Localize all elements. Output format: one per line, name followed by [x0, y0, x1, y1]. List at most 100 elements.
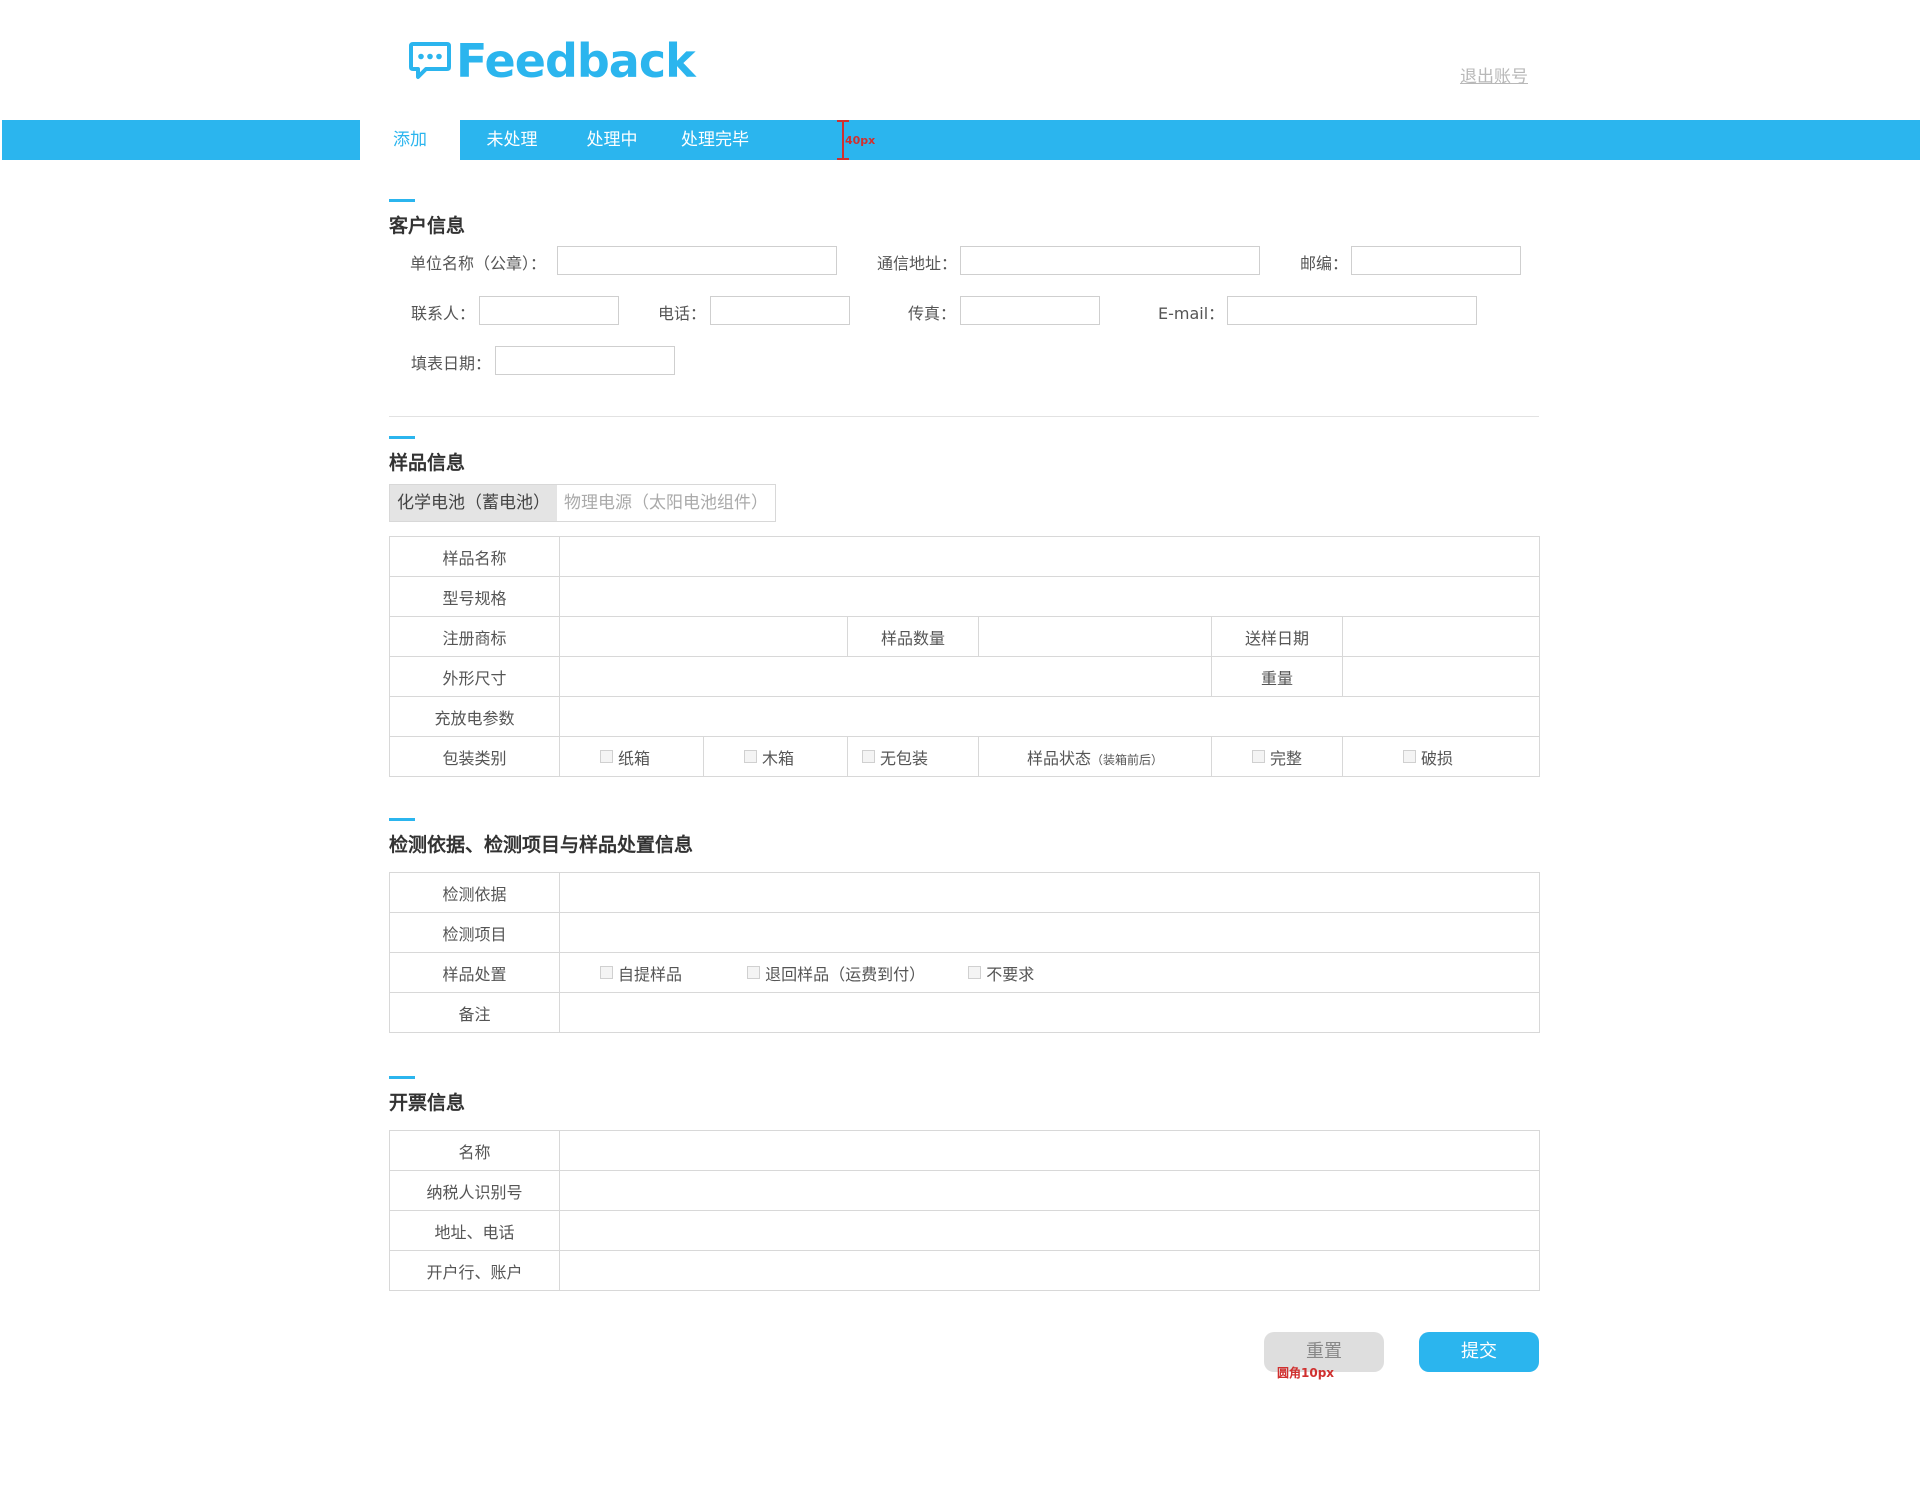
items-input[interactable]: [559, 912, 1540, 953]
table-row: 纳税人识别号: [389, 1170, 1540, 1211]
sample-section-title: 样品信息: [389, 452, 466, 474]
table-row: 包装类别 纸箱 木箱 无包装 样品状态（装箱前后） 完整 破损: [389, 736, 1541, 777]
checkbox[interactable]: [600, 750, 613, 763]
weight-input[interactable]: [1341, 656, 1541, 697]
table-row: 检测依据: [389, 872, 1540, 913]
bank-account-label: 开户行、账户: [389, 1250, 560, 1291]
company-input[interactable]: [557, 246, 837, 275]
submit-button[interactable]: 提交: [1419, 1332, 1539, 1372]
tax-id-input[interactable]: [559, 1170, 1540, 1211]
invoice-section-title: 开票信息: [389, 1092, 466, 1114]
contact-input[interactable]: [479, 296, 619, 325]
model-label: 型号规格: [389, 576, 560, 617]
address-input[interactable]: [960, 246, 1260, 275]
trademark-label: 注册商标: [389, 616, 560, 657]
checkbox[interactable]: [968, 966, 982, 979]
charge-label: 充放电参数: [389, 696, 560, 737]
table-row: 开户行、账户: [389, 1250, 1540, 1291]
status-option-damaged[interactable]: 破损: [1341, 736, 1541, 777]
table-row: 外形尺寸 重量: [389, 656, 1541, 697]
height-annotation-label: 40px: [845, 134, 876, 147]
table-row: 样品处置 自提样品 退回样品（运费到付） 不要求: [389, 952, 1540, 993]
disposal-option-none[interactable]: 不要求: [968, 961, 1034, 985]
checkbox[interactable]: [600, 966, 613, 979]
invoice-name-label: 名称: [389, 1130, 560, 1171]
tab-unprocessed[interactable]: 未处理: [472, 120, 552, 160]
checkbox[interactable]: [1403, 750, 1416, 763]
basis-input[interactable]: [559, 872, 1540, 913]
table-row: 名称: [389, 1130, 1540, 1171]
trademark-input[interactable]: [559, 616, 848, 657]
status-option-intact[interactable]: 完整: [1211, 736, 1343, 777]
section-accent-bar: [389, 436, 415, 439]
invoice-name-input[interactable]: [559, 1130, 1540, 1171]
nav-bar: 添加 未处理 处理中 处理完毕: [2, 120, 1920, 160]
date-label: 填表日期：: [411, 354, 492, 373]
tax-id-label: 纳税人识别号: [389, 1170, 560, 1211]
sample-table: 样品名称 型号规格 注册商标 样品数量 送样日期 外形尺寸 重量 充放电参数 包…: [389, 536, 1541, 777]
section-accent-bar: [389, 818, 415, 821]
disposal-option-return[interactable]: 退回样品（运费到付）: [747, 961, 963, 985]
section-accent-bar: [389, 1076, 415, 1079]
sample-type-tabs: 化学电池（蓄电池） 物理电源（太阳电池组件）: [389, 484, 776, 522]
invoice-table: 名称 纳税人识别号 地址、电话 开户行、账户: [389, 1130, 1540, 1291]
quantity-label: 样品数量: [847, 616, 979, 657]
table-row: 地址、电话: [389, 1210, 1540, 1251]
tab-add[interactable]: 添加: [360, 120, 460, 160]
chat-bubble-icon: [409, 42, 451, 79]
quantity-input[interactable]: [978, 616, 1212, 657]
table-row: 充放电参数: [389, 696, 1541, 737]
bank-account-input[interactable]: [559, 1250, 1540, 1291]
basis-label: 检测依据: [389, 872, 560, 913]
send-date-input[interactable]: [1341, 616, 1541, 657]
fax-input[interactable]: [960, 296, 1100, 325]
package-option-none[interactable]: 无包装: [847, 736, 979, 777]
disposal-label: 样品处置: [389, 952, 560, 993]
package-label: 包装类别: [389, 736, 560, 777]
section-accent-bar: [389, 199, 415, 202]
sample-name-label: 样品名称: [389, 536, 560, 577]
status-label: 样品状态（装箱前后）: [978, 736, 1212, 777]
email-input[interactable]: [1227, 296, 1477, 325]
send-date-label: 送样日期: [1211, 616, 1343, 657]
postcode-label: 邮编：: [1300, 254, 1349, 273]
tab-processing[interactable]: 处理中: [572, 120, 652, 160]
size-input[interactable]: [559, 656, 1212, 697]
logout-link[interactable]: 退出账号: [1460, 62, 1528, 87]
phone-input[interactable]: [710, 296, 850, 325]
weight-label: 重量: [1211, 656, 1343, 697]
table-row: 检测项目: [389, 912, 1540, 953]
disposal-option-pickup[interactable]: 自提样品: [600, 961, 742, 985]
checkbox[interactable]: [1252, 750, 1265, 763]
customer-section-title: 客户信息: [389, 215, 466, 237]
package-option-wooden[interactable]: 木箱: [703, 736, 848, 777]
email-label: E-mail：: [1158, 304, 1225, 323]
tab-chemical-battery[interactable]: 化学电池（蓄电池）: [390, 485, 557, 521]
status-note: （装箱前后）: [1091, 752, 1164, 767]
package-option-carton[interactable]: 纸箱: [559, 736, 704, 777]
remark-input[interactable]: [559, 992, 1540, 1033]
tab-physical-power[interactable]: 物理电源（太阳电池组件）: [557, 485, 775, 521]
address-phone-label: 地址、电话: [389, 1210, 560, 1251]
sample-name-input[interactable]: [558, 536, 1541, 577]
model-input[interactable]: [558, 576, 1541, 617]
address-label: 通信地址：: [877, 254, 958, 273]
address-phone-input[interactable]: [559, 1210, 1540, 1251]
postcode-input[interactable]: [1351, 246, 1521, 275]
table-row: 注册商标 样品数量 送样日期: [389, 616, 1541, 657]
table-row: 样品名称: [389, 536, 1541, 577]
remark-label: 备注: [389, 992, 560, 1033]
date-input[interactable]: [495, 346, 675, 375]
logo: Feedback: [408, 34, 696, 88]
checkbox[interactable]: [744, 750, 757, 763]
fax-label: 传真：: [908, 304, 957, 323]
tab-completed[interactable]: 处理完毕: [670, 120, 760, 160]
testing-table: 检测依据 检测项目 样品处置 自提样品 退回样品（运费到付） 不要求 备注: [389, 872, 1540, 1033]
section-divider: [389, 416, 1539, 417]
checkbox[interactable]: [747, 966, 761, 979]
height-annotation-marker: [837, 120, 849, 160]
radius-annotation: 圆角10px: [1277, 1366, 1335, 1380]
checkbox[interactable]: [862, 750, 875, 763]
charge-input[interactable]: [558, 696, 1541, 737]
table-row: 备注: [389, 992, 1540, 1033]
